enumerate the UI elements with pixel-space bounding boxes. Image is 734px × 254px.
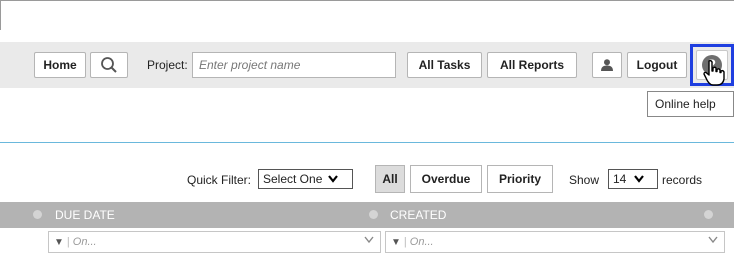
column-header-created[interactable]: CREATED bbox=[390, 208, 446, 222]
records-select[interactable]: 14 bbox=[608, 169, 658, 189]
column-handle-icon[interactable] bbox=[369, 210, 378, 219]
chevron-down-icon[interactable] bbox=[364, 235, 374, 247]
search-icon bbox=[101, 57, 117, 73]
table-header: DUE DATE CREATED bbox=[0, 202, 734, 228]
created-filter-input[interactable]: ▼ | On... bbox=[385, 231, 725, 253]
user-button[interactable] bbox=[592, 52, 622, 78]
funnel-icon: ▼ bbox=[54, 236, 64, 248]
created-filter-placeholder: On... bbox=[409, 236, 434, 248]
column-header-due-date[interactable]: DUE DATE bbox=[55, 208, 115, 222]
chevron-down-icon[interactable] bbox=[708, 235, 718, 247]
column-handle-icon[interactable] bbox=[704, 210, 713, 219]
home-button[interactable]: Home bbox=[34, 52, 86, 78]
separator: | bbox=[403, 236, 407, 248]
main-toolbar: Home Project: Enter project name All Tas… bbox=[0, 42, 734, 88]
records-label: records bbox=[662, 173, 703, 187]
all-reports-button[interactable]: All Reports bbox=[487, 52, 577, 78]
filter-priority-button[interactable]: Priority bbox=[487, 165, 553, 193]
search-button[interactable] bbox=[90, 52, 128, 78]
hand-pointer-cursor-icon bbox=[703, 60, 725, 86]
separator: | bbox=[66, 236, 70, 248]
due-date-filter-placeholder: On... bbox=[72, 236, 97, 248]
user-icon bbox=[601, 59, 613, 71]
all-tasks-button[interactable]: All Tasks bbox=[407, 52, 482, 78]
column-handle-icon[interactable] bbox=[33, 210, 42, 219]
chevron-down-icon bbox=[634, 175, 645, 183]
quick-filter-select[interactable]: Select One bbox=[258, 169, 353, 189]
quick-filter-value: Select One bbox=[263, 172, 323, 186]
chevron-down-icon bbox=[328, 175, 339, 183]
project-label: Project: bbox=[147, 58, 188, 72]
due-date-filter-input[interactable]: ▼ | On... bbox=[48, 231, 381, 253]
show-label: Show bbox=[569, 173, 600, 187]
filter-overdue-button[interactable]: Overdue bbox=[410, 165, 482, 193]
filter-all-button[interactable]: All bbox=[375, 165, 405, 193]
records-value: 14 bbox=[613, 172, 627, 186]
table-filter-row: ▼ | On... ▼ | On... bbox=[0, 229, 734, 254]
page-frame bbox=[0, 0, 734, 30]
logout-button[interactable]: Logout bbox=[627, 52, 687, 78]
project-input[interactable]: Enter project name bbox=[192, 52, 396, 78]
online-help-tooltip: Online help bbox=[647, 91, 734, 117]
section-divider bbox=[0, 142, 734, 143]
quick-filter-label: Quick Filter: bbox=[187, 173, 252, 187]
funnel-icon: ▼ bbox=[391, 236, 401, 248]
